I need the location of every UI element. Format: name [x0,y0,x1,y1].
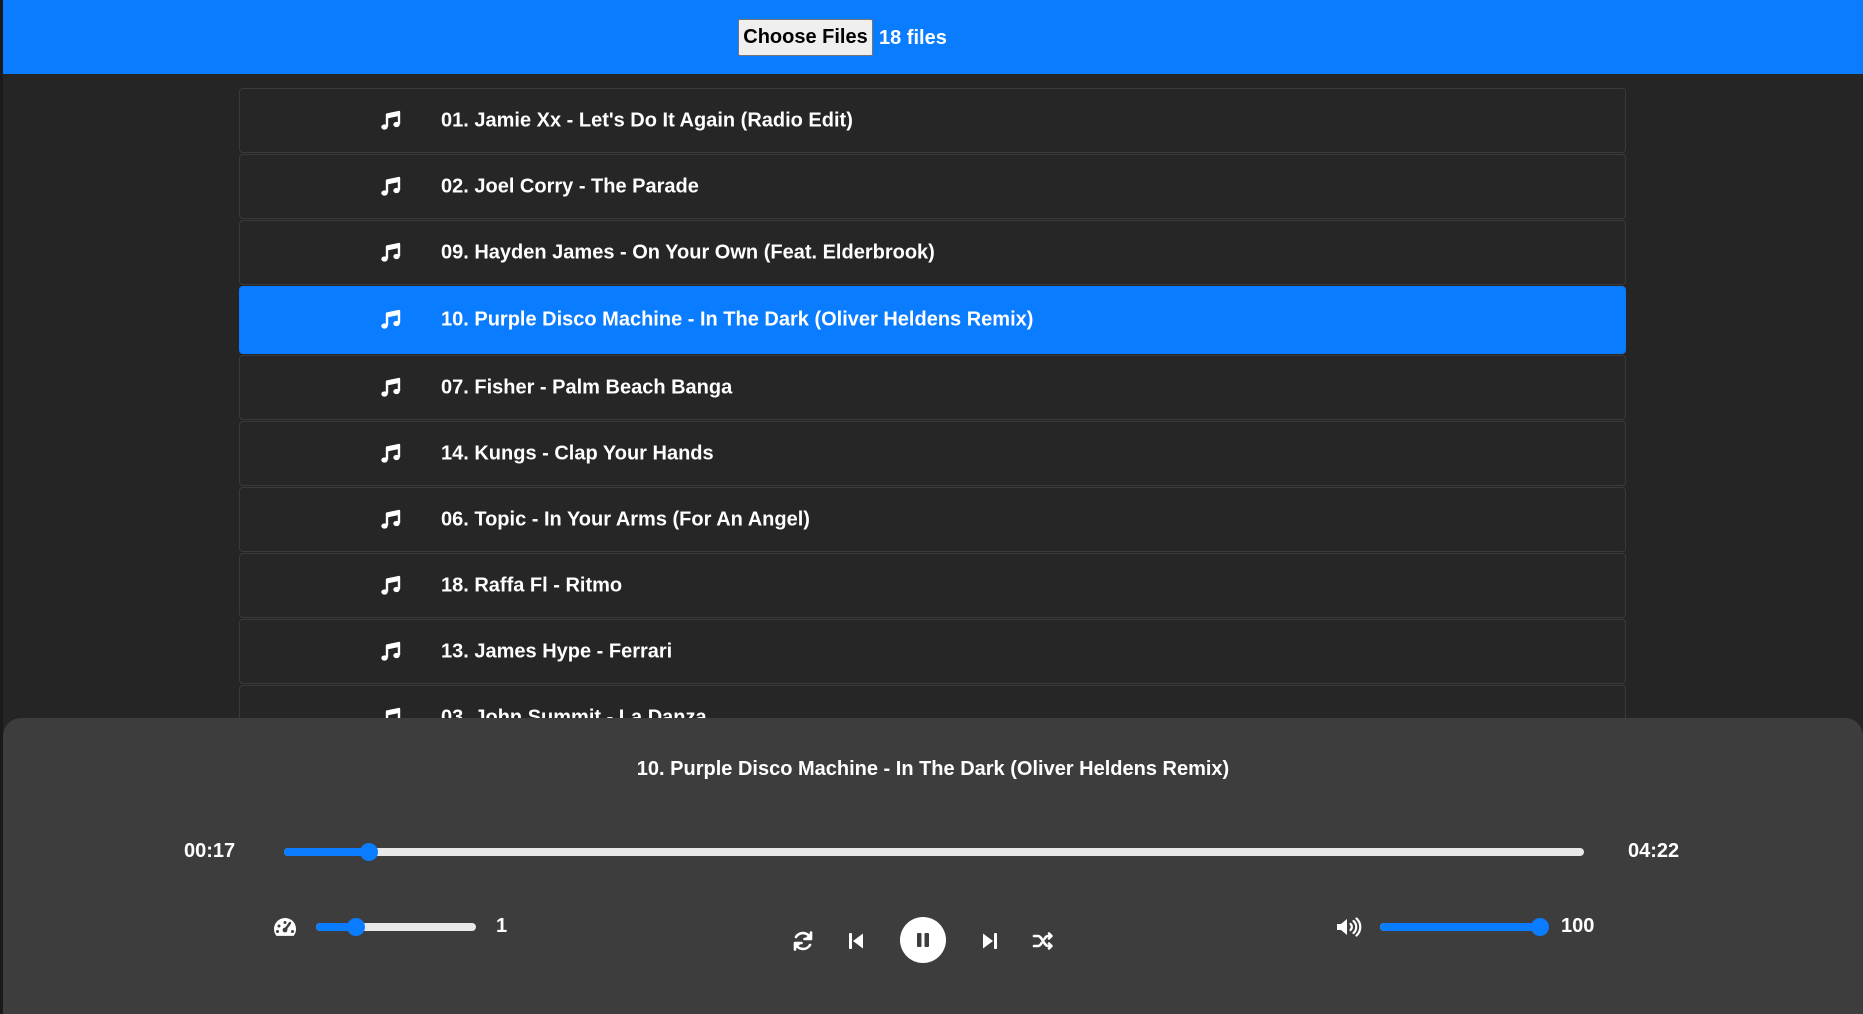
track-title: 02. Joel Corry - The Parade [441,175,699,197]
track-row[interactable]: 10. Purple Disco Machine - In The Dark (… [239,286,1626,354]
files-count: 18 files [879,27,947,49]
previous-button[interactable] [841,926,871,956]
track-row[interactable]: 13. James Hype - Ferrari [239,619,1626,684]
track-row[interactable]: 01. Jamie Xx - Let's Do It Again (Radio … [239,88,1626,153]
speedometer-icon [271,915,299,939]
music-note-icon [379,508,403,532]
volume-icon[interactable] [1334,915,1362,939]
header-bar: Choose Files 18 files [3,0,1863,74]
pause-icon [913,930,933,950]
track-row[interactable]: 14. Kungs - Clap Your Hands [239,421,1626,486]
track-title: 09. Hayden James - On Your Own (Feat. El… [441,241,935,263]
progress-fill [284,848,369,856]
next-button[interactable] [975,926,1005,956]
speed-slider[interactable] [316,918,476,936]
track-title: 01. Jamie Xx - Let's Do It Again (Radio … [441,109,853,131]
repeat-button[interactable] [788,926,818,956]
music-note-icon [379,376,403,400]
track-row[interactable]: 02. Joel Corry - The Parade [239,154,1626,219]
music-note-icon [379,175,403,199]
track-row[interactable]: 18. Raffa Fl - Ritmo [239,553,1626,618]
speed-value: 1 [496,915,508,937]
choose-files-button[interactable]: Choose Files [738,19,873,56]
repeat-icon [791,929,815,953]
music-note-icon [379,308,403,332]
current-time: 00:17 [184,840,236,862]
now-playing-title: 10. Purple Disco Machine - In The Dark (… [636,758,1230,780]
progress-bar[interactable] [284,843,1584,861]
track-title: 18. Raffa Fl - Ritmo [441,574,623,596]
track-title: 14. Kungs - Clap Your Hands [441,442,714,464]
player-panel: 10. Purple Disco Machine - In The Dark (… [3,718,1863,1014]
volume-value: 100 [1561,915,1595,937]
track-row[interactable]: 09. Hayden James - On Your Own (Feat. El… [239,220,1626,285]
volume-slider[interactable] [1380,918,1549,936]
next-icon [979,930,1001,952]
total-time: 04:22 [1628,840,1680,862]
pause-button[interactable] [900,917,946,963]
speed-slider-thumb[interactable] [347,918,365,936]
track-title: 10. Purple Disco Machine - In The Dark (… [441,308,1034,331]
music-note-icon [379,442,403,466]
track-title: 13. James Hype - Ferrari [441,640,673,662]
music-note-icon [379,640,403,664]
track-title: 07. Fisher - Palm Beach Banga [441,376,733,398]
track-row[interactable]: 06. Topic - In Your Arms (For An Angel) [239,487,1626,552]
music-note-icon [379,109,403,133]
track-title: 06. Topic - In Your Arms (For An Angel) [441,508,810,530]
progress-thumb[interactable] [359,843,378,861]
shuffle-icon [1031,929,1055,953]
previous-icon [845,930,867,952]
volume-slider-fill [1380,923,1540,931]
music-note-icon [379,574,403,598]
volume-slider-thumb[interactable] [1531,918,1549,936]
track-list: 01. Jamie Xx - Let's Do It Again (Radio … [239,88,1626,751]
music-note-icon [379,241,403,265]
shuffle-button[interactable] [1028,926,1058,956]
track-row[interactable]: 07. Fisher - Palm Beach Banga [239,355,1626,420]
